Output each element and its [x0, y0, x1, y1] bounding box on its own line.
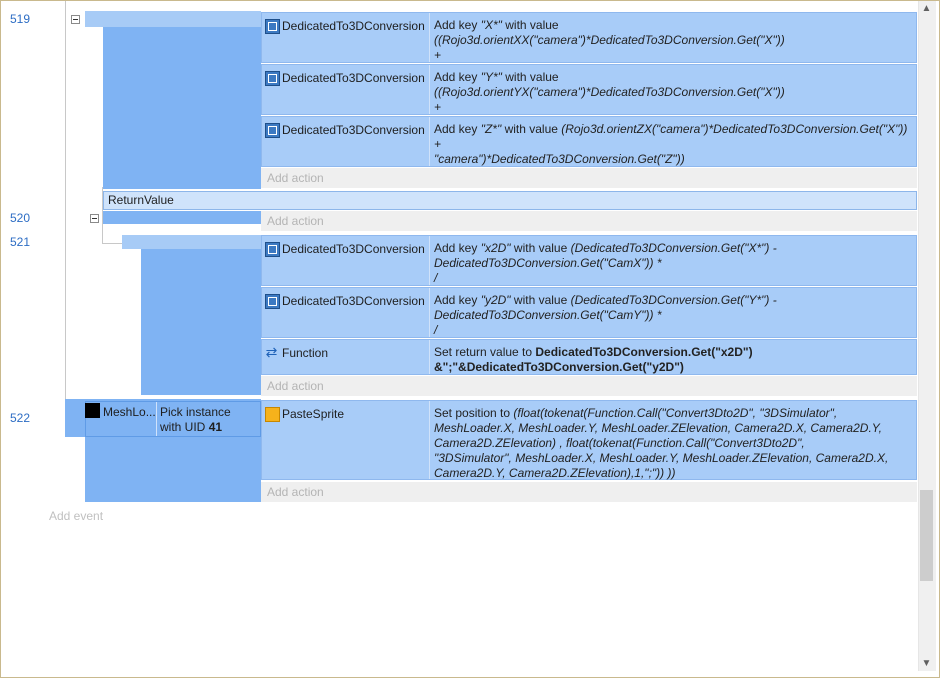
event-521-header[interactable]: [122, 235, 261, 249]
dictionary-icon: [265, 71, 280, 86]
dictionary-icon: [265, 294, 280, 309]
add-action-link[interactable]: Add action: [261, 168, 917, 188]
action-text: Add key "y2D" with value (DedicatedTo3DC…: [434, 293, 777, 337]
line-number-519: 519: [9, 12, 31, 26]
scroll-down-icon[interactable]: ▼: [918, 656, 935, 671]
action-text: Set return value to DedicatedTo3DConvers…: [434, 345, 753, 374]
add-action-link[interactable]: Add action: [261, 482, 917, 502]
paste-sprite-icon: [265, 407, 280, 422]
add-action-link[interactable]: Add action: [261, 211, 917, 231]
add-action-link[interactable]: Add action: [261, 376, 917, 396]
action-row[interactable]: DedicatedTo3DConversion Add key "x2D" wi…: [261, 235, 917, 286]
function-icon: ⇄: [265, 344, 278, 360]
action-row[interactable]: ⇄ Function Set return value to Dedicated…: [261, 339, 917, 375]
action-row[interactable]: DedicatedTo3DConversion Add key "X*" wit…: [261, 12, 917, 77]
action-text: Add key "x2D" with value (DedicatedTo3DC…: [434, 241, 777, 285]
action-object: ⇄ Function: [262, 340, 430, 374]
scrollbar-thumb[interactable]: [920, 490, 933, 581]
condition-divider: [156, 402, 157, 436]
action-row[interactable]: PasteSprite Set position to (float(token…: [261, 400, 917, 480]
return-value-row[interactable]: ReturnValue: [103, 191, 917, 210]
collapse-toggle-520[interactable]: [90, 214, 99, 223]
event-519-conditions[interactable]: [103, 27, 261, 189]
action-object: DedicatedTo3DConversion: [262, 117, 430, 166]
event-519-header[interactable]: [85, 11, 261, 27]
line-number-520: 520: [9, 211, 31, 225]
condition-row[interactable]: MeshLo... Pick instance with UID 41: [85, 401, 261, 437]
condition-text: Pick instance with UID 41: [160, 405, 231, 434]
add-event-link[interactable]: Add event: [49, 509, 103, 523]
event-522-block[interactable]: [85, 437, 261, 502]
dictionary-icon: [265, 123, 280, 138]
action-row[interactable]: DedicatedTo3DConversion Add key "Z*" wit…: [261, 116, 917, 167]
dictionary-icon: [265, 242, 280, 257]
dictionary-icon: [265, 19, 280, 34]
scroll-up-icon[interactable]: ▲: [918, 1, 935, 16]
line-number-521: 521: [9, 235, 31, 249]
event-520-conditions[interactable]: [103, 211, 261, 224]
line-number-gutter: [1, 1, 39, 677]
action-text: Set position to (float(tokenat(Function.…: [434, 406, 889, 480]
meshloader-swatch-icon: [85, 403, 100, 418]
collapse-toggle-519[interactable]: [71, 15, 80, 24]
action-object: DedicatedTo3DConversion: [262, 13, 430, 62]
tree-line: [102, 243, 122, 244]
action-object: PasteSprite: [262, 401, 430, 479]
action-row[interactable]: DedicatedTo3DConversion Add key "y2D" wi…: [261, 287, 917, 338]
tree-line: [65, 1, 66, 399]
action-object: DedicatedTo3DConversion: [262, 236, 430, 285]
action-text: Add key "Z*" with value (Rojo3d.orientZX…: [434, 122, 908, 166]
action-row[interactable]: DedicatedTo3DConversion Add key "Y*" wit…: [261, 64, 917, 129]
line-number-522: 522: [9, 411, 31, 425]
action-object: DedicatedTo3DConversion: [262, 65, 430, 114]
event-sheet-window: 519 520 521 522 DedicatedTo3DConversion …: [0, 0, 940, 678]
event-521-conditions[interactable]: [141, 249, 261, 395]
condition-object: MeshLo...: [103, 405, 156, 419]
action-object: DedicatedTo3DConversion: [262, 288, 430, 337]
